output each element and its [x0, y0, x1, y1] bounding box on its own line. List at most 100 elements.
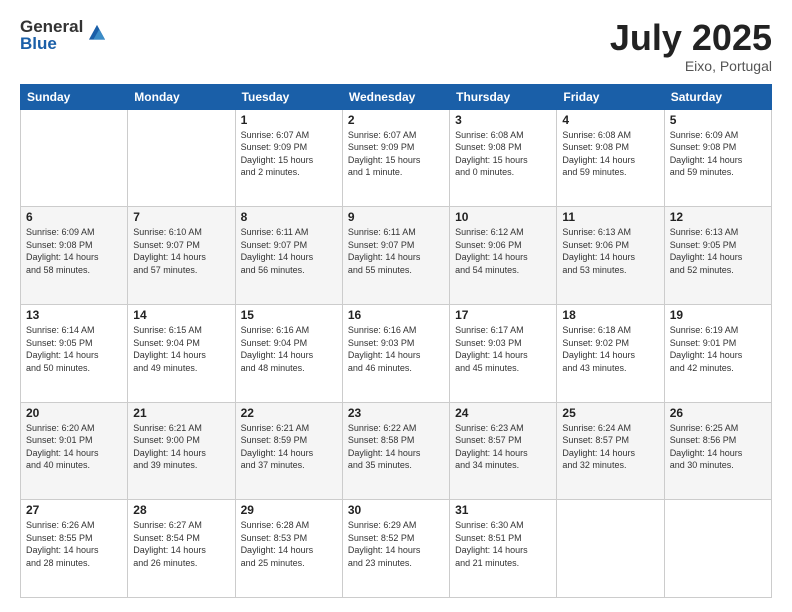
day-info: Sunrise: 6:09 AM Sunset: 9:08 PM Dayligh…	[670, 129, 766, 179]
day-number: 29	[241, 503, 337, 517]
header: General Blue July 2025 Eixo, Portugal	[20, 18, 772, 74]
day-number: 1	[241, 113, 337, 127]
day-info: Sunrise: 6:17 AM Sunset: 9:03 PM Dayligh…	[455, 324, 551, 374]
day-number: 14	[133, 308, 229, 322]
day-info: Sunrise: 6:15 AM Sunset: 9:04 PM Dayligh…	[133, 324, 229, 374]
logo: General Blue	[20, 18, 108, 52]
table-row: 20 Sunrise: 6:20 AM Sunset: 9:01 PM Dayli…	[21, 402, 128, 500]
day-info: Sunrise: 6:13 AM Sunset: 9:06 PM Dayligh…	[562, 226, 658, 276]
day-info: Sunrise: 6:19 AM Sunset: 9:01 PM Dayligh…	[670, 324, 766, 374]
col-wednesday: Wednesday	[342, 84, 449, 109]
table-row	[557, 500, 664, 598]
day-info: Sunrise: 6:24 AM Sunset: 8:57 PM Dayligh…	[562, 422, 658, 472]
day-number: 20	[26, 406, 122, 420]
day-number: 15	[241, 308, 337, 322]
logo-icon	[86, 22, 108, 44]
day-info: Sunrise: 6:29 AM Sunset: 8:52 PM Dayligh…	[348, 519, 444, 569]
col-monday: Monday	[128, 84, 235, 109]
day-number: 18	[562, 308, 658, 322]
day-info: Sunrise: 6:11 AM Sunset: 9:07 PM Dayligh…	[241, 226, 337, 276]
table-row	[21, 109, 128, 207]
day-number: 30	[348, 503, 444, 517]
day-info: Sunrise: 6:25 AM Sunset: 8:56 PM Dayligh…	[670, 422, 766, 472]
day-number: 8	[241, 210, 337, 224]
day-info: Sunrise: 6:10 AM Sunset: 9:07 PM Dayligh…	[133, 226, 229, 276]
col-friday: Friday	[557, 84, 664, 109]
day-number: 16	[348, 308, 444, 322]
table-row: 17Sunrise: 6:17 AM Sunset: 9:03 PM Dayli…	[450, 304, 557, 402]
day-number: 21	[133, 406, 229, 420]
day-info: Sunrise: 6:12 AM Sunset: 9:06 PM Dayligh…	[455, 226, 551, 276]
day-info: Sunrise: 6:07 AM Sunset: 9:09 PM Dayligh…	[348, 129, 444, 179]
day-info: Sunrise: 6:20 AM Sunset: 9:01 PM Dayligh…	[26, 422, 122, 472]
table-row: 6 Sunrise: 6:09 AM Sunset: 9:08 PM Daylig…	[21, 207, 128, 305]
table-row: 16 Sunrise: 6:16 AM Sunset: 9:03 PM Dayli…	[342, 304, 449, 402]
day-info: Sunrise: 6:16 AM Sunset: 9:03 PM Dayligh…	[348, 324, 444, 374]
calendar: Sunday Monday Tuesday Wednesday Thursday…	[20, 84, 772, 598]
table-row: 28Sunrise: 6:27 AM Sunset: 8:54 PM Dayli…	[128, 500, 235, 598]
table-row: 14 Sunrise: 6:15 AM Sunset: 9:04 PM Dayli…	[128, 304, 235, 402]
table-row: 13 Sunrise: 6:14 AM Sunset: 9:05 PM Dayli…	[21, 304, 128, 402]
day-info: Sunrise: 6:08 AM Sunset: 9:08 PM Dayligh…	[455, 129, 551, 179]
table-row: 18 Sunrise: 6:18 AM Sunset: 9:02 PM Dayli…	[557, 304, 664, 402]
table-row: 24 Sunrise: 6:23 AM Sunset: 8:57 PM Dayli…	[450, 402, 557, 500]
month-title: July 2025	[610, 18, 772, 58]
day-number: 4	[562, 113, 658, 127]
day-number: 27	[26, 503, 122, 517]
calendar-week-5: 27Sunrise: 6:26 AM Sunset: 8:55 PM Dayli…	[21, 500, 772, 598]
table-row: 12 Sunrise: 6:13 AM Sunset: 9:05 PM Dayli…	[664, 207, 771, 305]
day-info: Sunrise: 6:11 AM Sunset: 9:07 PM Dayligh…	[348, 226, 444, 276]
day-number: 22	[241, 406, 337, 420]
table-row: 26 Sunrise: 6:25 AM Sunset: 8:56 PM Dayli…	[664, 402, 771, 500]
day-info: Sunrise: 6:21 AM Sunset: 9:00 PM Dayligh…	[133, 422, 229, 472]
table-row: 10 Sunrise: 6:12 AM Sunset: 9:06 PM Dayli…	[450, 207, 557, 305]
table-row: 2Sunrise: 6:07 AM Sunset: 9:09 PM Daylig…	[342, 109, 449, 207]
table-row: 11 Sunrise: 6:13 AM Sunset: 9:06 PM Dayli…	[557, 207, 664, 305]
day-info: Sunrise: 6:08 AM Sunset: 9:08 PM Dayligh…	[562, 129, 658, 179]
col-sunday: Sunday	[21, 84, 128, 109]
day-number: 24	[455, 406, 551, 420]
day-info: Sunrise: 6:18 AM Sunset: 9:02 PM Dayligh…	[562, 324, 658, 374]
day-number: 12	[670, 210, 766, 224]
col-thursday: Thursday	[450, 84, 557, 109]
day-number: 19	[670, 308, 766, 322]
page: General Blue July 2025 Eixo, Portugal Su…	[0, 0, 792, 612]
calendar-week-3: 13 Sunrise: 6:14 AM Sunset: 9:05 PM Dayli…	[21, 304, 772, 402]
day-number: 11	[562, 210, 658, 224]
title-section: July 2025 Eixo, Portugal	[610, 18, 772, 74]
table-row: 31Sunrise: 6:30 AM Sunset: 8:51 PM Dayli…	[450, 500, 557, 598]
table-row: 15 Sunrise: 6:16 AM Sunset: 9:04 PM Dayli…	[235, 304, 342, 402]
logo-text: General Blue	[20, 18, 83, 52]
table-row: 5 Sunrise: 6:09 AM Sunset: 9:08 PM Daylig…	[664, 109, 771, 207]
day-info: Sunrise: 6:16 AM Sunset: 9:04 PM Dayligh…	[241, 324, 337, 374]
day-number: 9	[348, 210, 444, 224]
table-row: 9 Sunrise: 6:11 AM Sunset: 9:07 PM Daylig…	[342, 207, 449, 305]
day-number: 28	[133, 503, 229, 517]
table-row: 29Sunrise: 6:28 AM Sunset: 8:53 PM Dayli…	[235, 500, 342, 598]
day-number: 26	[670, 406, 766, 420]
table-row: 22Sunrise: 6:21 AM Sunset: 8:59 PM Dayli…	[235, 402, 342, 500]
day-info: Sunrise: 6:14 AM Sunset: 9:05 PM Dayligh…	[26, 324, 122, 374]
calendar-week-1: 1 Sunrise: 6:07 AM Sunset: 9:09 PM Daylig…	[21, 109, 772, 207]
day-info: Sunrise: 6:09 AM Sunset: 9:08 PM Dayligh…	[26, 226, 122, 276]
calendar-header-row: Sunday Monday Tuesday Wednesday Thursday…	[21, 84, 772, 109]
table-row: 19 Sunrise: 6:19 AM Sunset: 9:01 PM Dayli…	[664, 304, 771, 402]
day-number: 7	[133, 210, 229, 224]
day-number: 5	[670, 113, 766, 127]
day-number: 13	[26, 308, 122, 322]
location: Eixo, Portugal	[610, 58, 772, 74]
day-number: 23	[348, 406, 444, 420]
day-number: 6	[26, 210, 122, 224]
day-info: Sunrise: 6:13 AM Sunset: 9:05 PM Dayligh…	[670, 226, 766, 276]
day-number: 3	[455, 113, 551, 127]
table-row: 23 Sunrise: 6:22 AM Sunset: 8:58 PM Dayli…	[342, 402, 449, 500]
day-number: 25	[562, 406, 658, 420]
day-number: 10	[455, 210, 551, 224]
day-info: Sunrise: 6:23 AM Sunset: 8:57 PM Dayligh…	[455, 422, 551, 472]
day-info: Sunrise: 6:22 AM Sunset: 8:58 PM Dayligh…	[348, 422, 444, 472]
table-row: 25 Sunrise: 6:24 AM Sunset: 8:57 PM Dayli…	[557, 402, 664, 500]
table-row	[128, 109, 235, 207]
col-saturday: Saturday	[664, 84, 771, 109]
table-row	[664, 500, 771, 598]
day-info: Sunrise: 6:30 AM Sunset: 8:51 PM Dayligh…	[455, 519, 551, 569]
